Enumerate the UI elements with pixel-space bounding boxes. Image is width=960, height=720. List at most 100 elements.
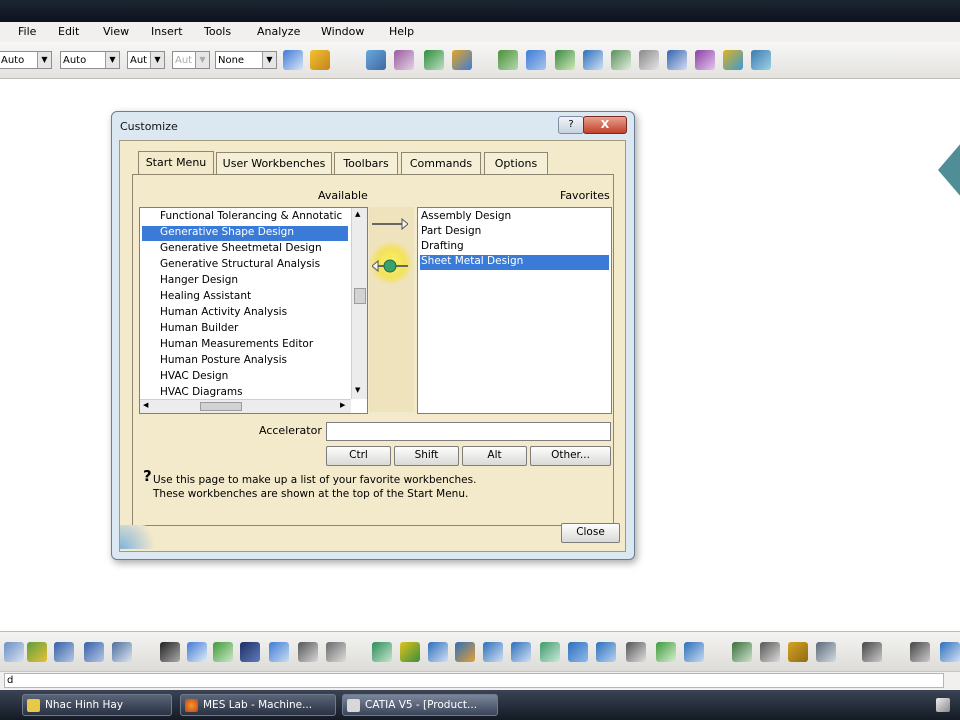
command-input[interactable] xyxy=(4,673,944,688)
list-item-selected[interactable]: Generative Shape Design xyxy=(142,226,348,241)
sheet-icon[interactable] xyxy=(298,642,318,662)
list-item[interactable]: Human Measurements Editor xyxy=(160,338,313,353)
shading-icon[interactable] xyxy=(626,642,646,662)
available-list[interactable]: Functional Tolerancing & Annotatic Gener… xyxy=(139,207,368,414)
list-item[interactable]: Part Design xyxy=(420,225,481,240)
list-item[interactable]: Drafting xyxy=(420,240,464,255)
apply-material-icon[interactable] xyxy=(310,50,330,70)
list-item[interactable]: Functional Tolerancing & Annotatic xyxy=(160,210,342,225)
open-icon[interactable] xyxy=(27,642,47,662)
workbench-icon[interactable] xyxy=(940,642,960,662)
apply-material-bottom-icon[interactable] xyxy=(788,642,808,662)
fit-all-in-icon[interactable] xyxy=(400,642,420,662)
scene-icon[interactable] xyxy=(816,642,836,662)
tray-icon[interactable] xyxy=(936,698,950,712)
add-arrow-icon[interactable] xyxy=(372,217,409,231)
normal-view-icon[interactable] xyxy=(540,642,560,662)
sketch-icon[interactable] xyxy=(498,50,518,70)
formula-icon[interactable] xyxy=(160,642,180,662)
list-item[interactable]: Assembly Design xyxy=(420,210,511,225)
menu-view[interactable]: View xyxy=(103,25,129,38)
shift-button[interactable]: Shift xyxy=(394,446,459,466)
color-combo[interactable]: Auto ▼ xyxy=(0,51,52,69)
parameter-icon[interactable] xyxy=(213,642,233,662)
redo-icon[interactable] xyxy=(84,642,104,662)
manipulate-icon[interactable] xyxy=(751,50,771,70)
taskbar-item[interactable]: MES Lab - Machine... xyxy=(180,694,336,716)
fit-all-icon[interactable] xyxy=(424,50,444,70)
catalog-icon[interactable] xyxy=(695,50,715,70)
explode-icon[interactable] xyxy=(723,50,743,70)
list-item[interactable]: Healing Assistant xyxy=(160,290,251,305)
menu-tools[interactable]: Tools xyxy=(204,25,231,38)
layer-combo[interactable]: None ▼ xyxy=(215,51,277,69)
tab-commands[interactable]: Commands xyxy=(401,152,481,174)
measure-item-icon[interactable] xyxy=(760,642,780,662)
list-item[interactable]: Hanger Design xyxy=(160,274,238,289)
document-icon[interactable] xyxy=(667,50,687,70)
accelerator-input[interactable] xyxy=(326,422,611,441)
zoom-out-icon[interactable] xyxy=(511,642,531,662)
painter-icon[interactable] xyxy=(283,50,303,70)
close-x-button[interactable]: X xyxy=(583,116,627,134)
list-item[interactable]: Human Activity Analysis xyxy=(160,306,287,321)
tab-toolbars[interactable]: Toolbars xyxy=(334,152,398,174)
table-icon[interactable] xyxy=(240,642,260,662)
hide-show-icon[interactable] xyxy=(656,642,676,662)
horizontal-scrollbar[interactable]: ◀ ▶ xyxy=(140,399,351,413)
knowledge-icon[interactable] xyxy=(187,642,207,662)
whats-this-icon[interactable] xyxy=(112,642,132,662)
menu-help[interactable]: Help xyxy=(389,25,414,38)
tab-start-menu[interactable]: Start Menu xyxy=(138,151,214,175)
remove-arrow-icon[interactable] xyxy=(371,259,408,273)
measure-between-icon[interactable] xyxy=(732,642,752,662)
favorites-list[interactable]: Assembly Design Part Design Drafting She… xyxy=(417,207,612,414)
zoom-in-icon[interactable] xyxy=(483,642,503,662)
apply-material-2-icon[interactable] xyxy=(452,50,472,70)
list-item[interactable]: Human Posture Analysis xyxy=(160,354,287,369)
menu-window[interactable]: Window xyxy=(321,25,364,38)
constraint-icon[interactable] xyxy=(583,50,603,70)
list-item-selected[interactable]: Sheet Metal Design xyxy=(420,255,609,270)
list-item[interactable]: HVAC Design xyxy=(160,370,228,385)
scroll-up-icon[interactable]: ▲ xyxy=(355,210,360,218)
taskbar-item[interactable]: Nhac Hinh Hay xyxy=(22,694,172,716)
transparency-combo[interactable]: Auto ▼ xyxy=(60,51,120,69)
rotate-icon[interactable] xyxy=(555,50,575,70)
scroll-thumb[interactable] xyxy=(354,288,366,304)
rotate-view-icon[interactable] xyxy=(455,642,475,662)
line-icon[interactable] xyxy=(639,50,659,70)
scroll-thumb[interactable] xyxy=(200,402,242,411)
undo-icon[interactable] xyxy=(54,642,74,662)
swap-visible-space-icon[interactable] xyxy=(684,642,704,662)
close-button[interactable]: Close xyxy=(561,523,620,543)
new-icon[interactable] xyxy=(4,642,24,662)
catalog-browser-icon[interactable] xyxy=(269,642,289,662)
list-item[interactable]: Human Builder xyxy=(160,322,238,337)
cube-icon[interactable] xyxy=(526,50,546,70)
menu-file[interactable]: File xyxy=(18,25,36,38)
tools-icon[interactable] xyxy=(326,642,346,662)
compass-icon[interactable] xyxy=(938,142,960,198)
select-icon[interactable] xyxy=(366,50,386,70)
printer-icon[interactable] xyxy=(862,642,882,662)
alt-button[interactable]: Alt xyxy=(462,446,527,466)
scroll-left-icon[interactable]: ◀ xyxy=(143,401,148,409)
ctrl-button[interactable]: Ctrl xyxy=(326,446,391,466)
tab-user-workbenches[interactable]: User Workbenches xyxy=(216,152,332,174)
snap-icon[interactable] xyxy=(611,50,631,70)
help-button[interactable]: ? xyxy=(558,116,584,134)
pan-icon[interactable] xyxy=(428,642,448,662)
menu-insert[interactable]: Insert xyxy=(151,25,183,38)
list-item[interactable]: Generative Structural Analysis xyxy=(160,258,320,273)
iso-view-icon[interactable] xyxy=(596,642,616,662)
multi-view-icon[interactable] xyxy=(568,642,588,662)
other-button[interactable]: Other... xyxy=(530,446,611,466)
tab-options[interactable]: Options xyxy=(484,152,548,174)
taskbar-item-active[interactable]: CATIA V5 - [Product... xyxy=(342,694,498,716)
scroll-right-icon[interactable]: ▶ xyxy=(340,401,345,409)
menu-analyze[interactable]: Analyze xyxy=(257,25,300,38)
scroll-down-icon[interactable]: ▼ xyxy=(355,386,360,394)
linewidth-combo[interactable]: Aut ▼ xyxy=(127,51,165,69)
options-icon[interactable] xyxy=(910,642,930,662)
